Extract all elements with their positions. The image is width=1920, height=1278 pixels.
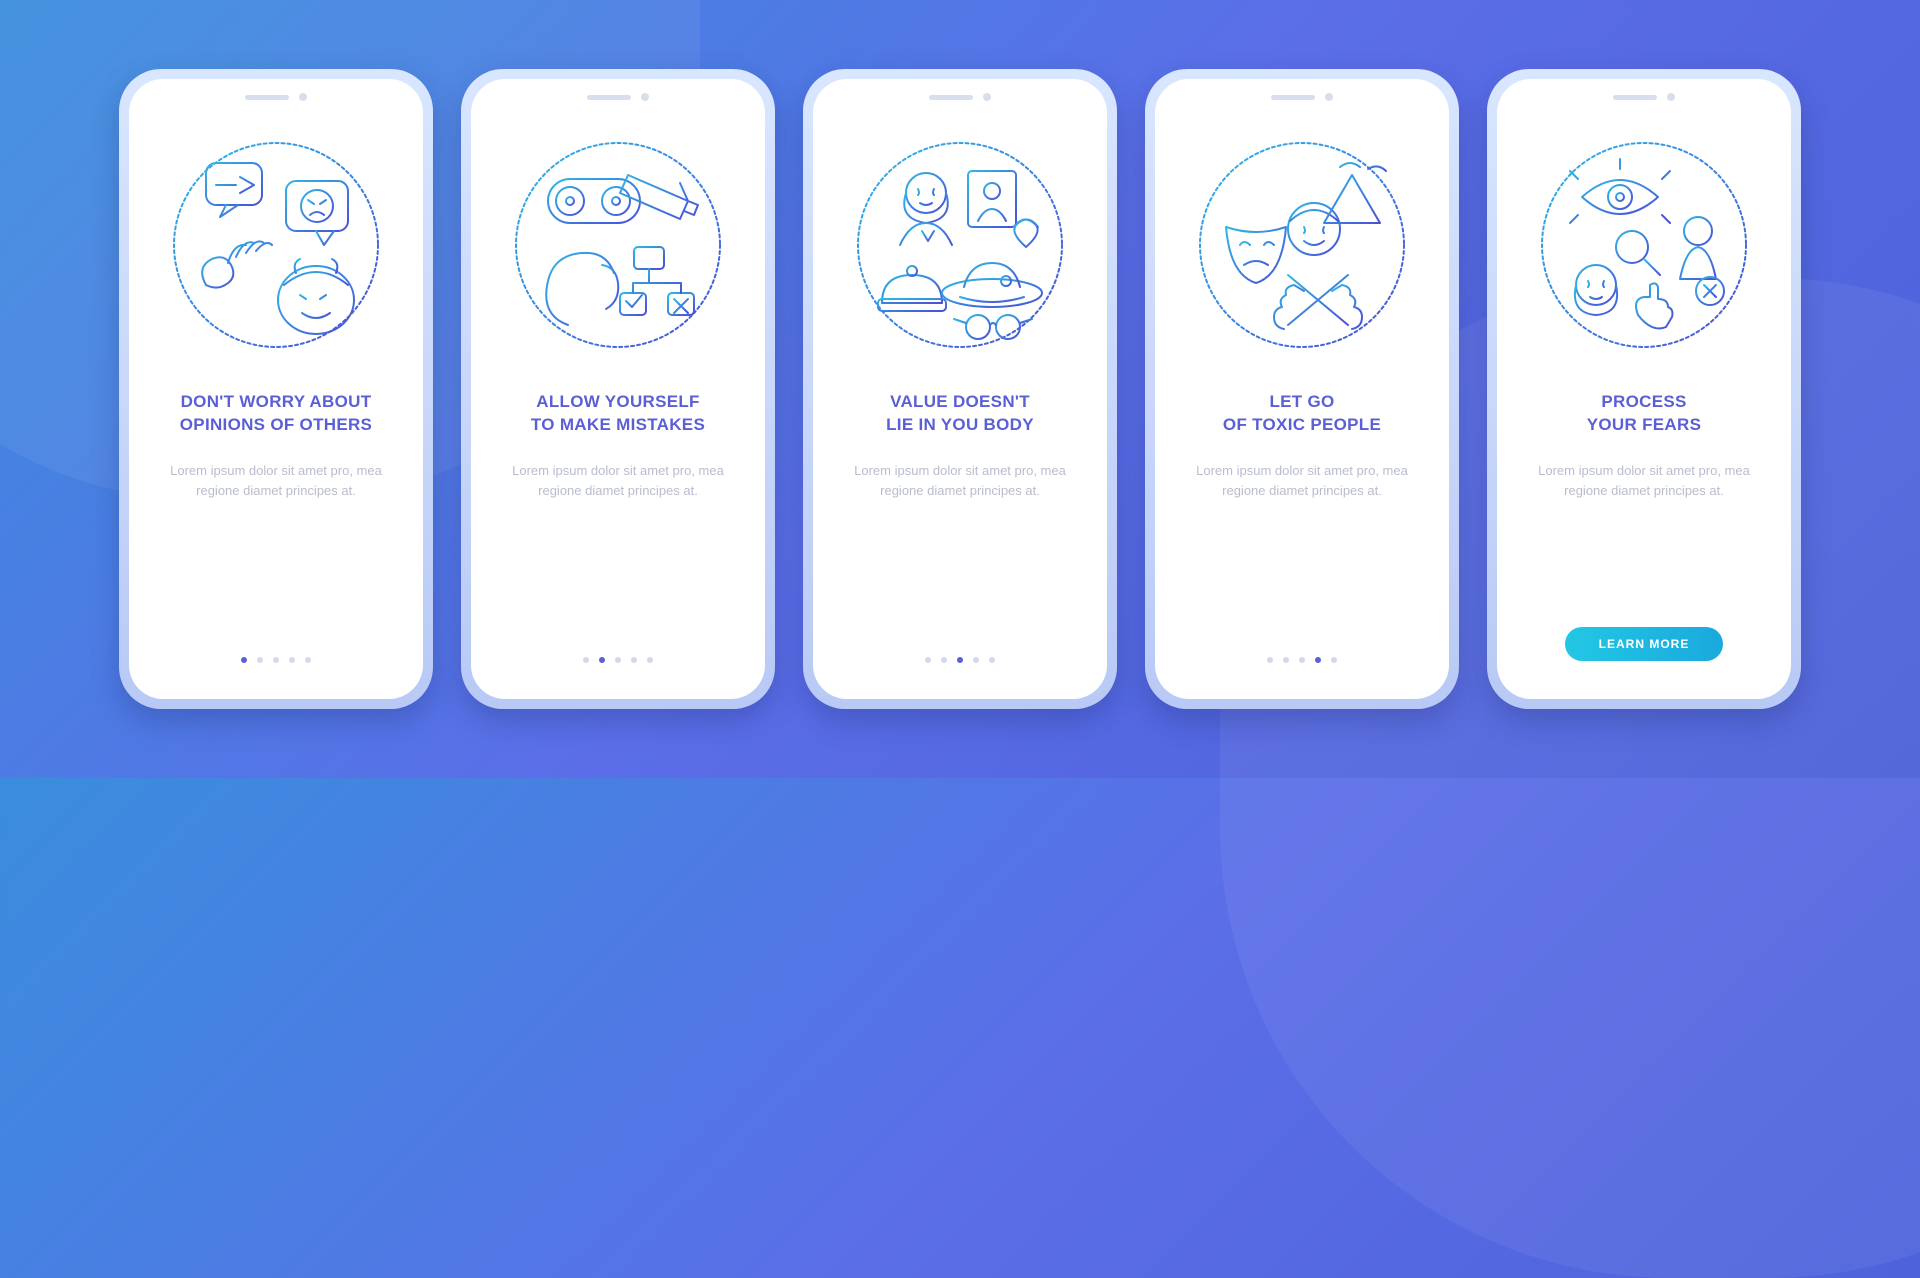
dot-2[interactable] [941,657,947,663]
dot-1[interactable] [925,657,931,663]
notch [1271,93,1333,101]
screen: ALLOW YOURSELF TO MAKE MISTAKES Lorem ip… [471,79,765,699]
slide-body: Lorem ipsum dolor sit amet pro, mea regi… [161,461,391,501]
title-line-1: ALLOW YOURSELF [536,392,700,411]
slide-body: Lorem ipsum dolor sit amet pro, mea regi… [1187,461,1417,501]
slide-body: Lorem ipsum dolor sit amet pro, mea regi… [845,461,1075,501]
phone-mockup-3: VALUE DOESN'T LIE IN YOU BODY Lorem ipsu… [803,69,1117,709]
dot-3[interactable] [1299,657,1305,663]
pagination-dots [583,657,653,663]
title-line-1: PROCESS [1601,392,1686,411]
slide-title: LET GO OF TOXIC PEOPLE [1223,391,1381,437]
notch [1613,93,1675,101]
pagination-dots [925,657,995,663]
dot-5[interactable] [647,657,653,663]
screen: LET GO OF TOXIC PEOPLE Lorem ipsum dolor… [1155,79,1449,699]
dot-5[interactable] [305,657,311,663]
screen: PROCESS YOUR FEARS Lorem ipsum dolor sit… [1497,79,1791,699]
title-line-1: LET GO [1269,392,1334,411]
slide-title: PROCESS YOUR FEARS [1587,391,1701,437]
dot-4[interactable] [289,657,295,663]
dot-2[interactable] [599,657,605,663]
title-line-2: OPINIONS OF OTHERS [180,415,372,434]
slide-title: ALLOW YOURSELF TO MAKE MISTAKES [531,391,705,437]
screen: DON'T WORRY ABOUT OPINIONS OF OTHERS Lor… [129,79,423,699]
dot-1[interactable] [583,657,589,663]
phone-mockup-5: PROCESS YOUR FEARS Lorem ipsum dolor sit… [1487,69,1801,709]
pagination-dots [241,657,311,663]
title-line-2: TO MAKE MISTAKES [531,415,705,434]
dot-3[interactable] [957,657,963,663]
title-line-1: DON'T WORRY ABOUT [181,392,372,411]
notch [929,93,991,101]
dot-1[interactable] [1267,657,1273,663]
fears-icon [1534,135,1754,355]
phone-mockup-4: LET GO OF TOXIC PEOPLE Lorem ipsum dolor… [1145,69,1459,709]
toxic-people-icon [1192,135,1412,355]
dot-3[interactable] [273,657,279,663]
learn-more-button[interactable]: LEARN MORE [1565,627,1724,661]
slide-title: DON'T WORRY ABOUT OPINIONS OF OTHERS [180,391,372,437]
slide-body: Lorem ipsum dolor sit amet pro, mea regi… [503,461,733,501]
mistakes-icon [508,135,728,355]
screen: VALUE DOESN'T LIE IN YOU BODY Lorem ipsu… [813,79,1107,699]
pagination-dots [1267,657,1337,663]
dot-4[interactable] [1315,657,1321,663]
slide-title: VALUE DOESN'T LIE IN YOU BODY [886,391,1034,437]
dot-5[interactable] [1331,657,1337,663]
phone-mockup-1: DON'T WORRY ABOUT OPINIONS OF OTHERS Lor… [119,69,433,709]
title-line-2: YOUR FEARS [1587,415,1701,434]
notch [245,93,307,101]
notch [587,93,649,101]
dot-4[interactable] [631,657,637,663]
slide-body: Lorem ipsum dolor sit amet pro, mea regi… [1529,461,1759,501]
opinions-icon [166,135,386,355]
dot-4[interactable] [973,657,979,663]
phone-mockup-2: ALLOW YOURSELF TO MAKE MISTAKES Lorem ip… [461,69,775,709]
title-line-2: OF TOXIC PEOPLE [1223,415,1381,434]
body-value-icon [850,135,1070,355]
title-line-2: LIE IN YOU BODY [886,415,1034,434]
dot-3[interactable] [615,657,621,663]
dot-2[interactable] [257,657,263,663]
title-line-1: VALUE DOESN'T [890,392,1030,411]
dot-1[interactable] [241,657,247,663]
dot-2[interactable] [1283,657,1289,663]
dot-5[interactable] [989,657,995,663]
